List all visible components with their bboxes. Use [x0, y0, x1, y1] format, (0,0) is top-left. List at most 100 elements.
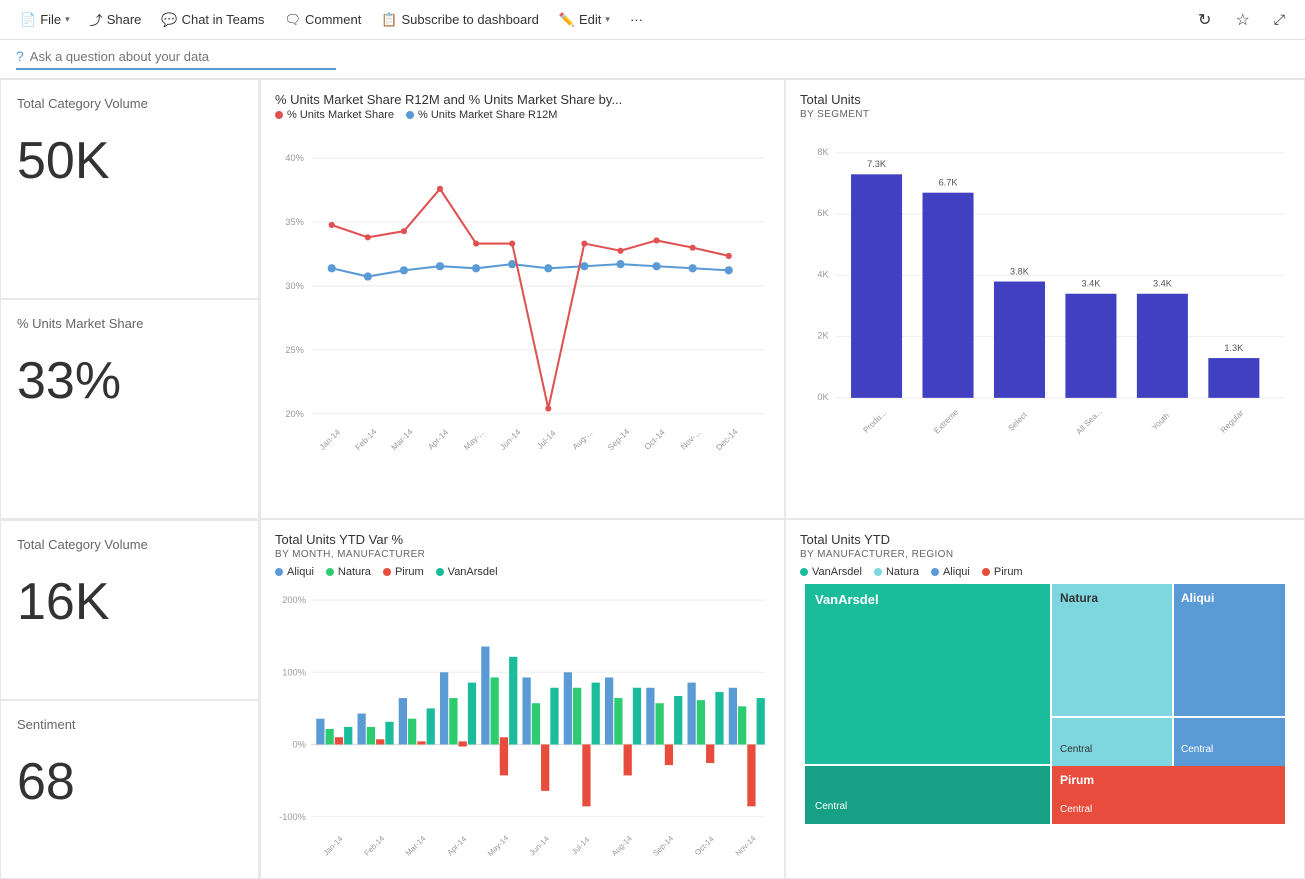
svg-text:VanArsdel: VanArsdel: [815, 592, 879, 607]
svg-text:3.4K: 3.4K: [1153, 279, 1173, 289]
dot-natura-tm: [874, 568, 882, 576]
dot-vanarsdel: [436, 568, 444, 576]
svg-text:6.7K: 6.7K: [939, 178, 959, 188]
svg-text:Jul-14: Jul-14: [535, 428, 558, 451]
chat-button[interactable]: 💬 Chat in Teams: [153, 8, 272, 32]
dot-vanarsdel-tm: [800, 568, 808, 576]
svg-text:Dec-14: Dec-14: [714, 427, 739, 452]
stacked-chart-subtitle: BY MONTH, MANUFACTURER: [275, 549, 770, 560]
svg-text:Jan-14: Jan-14: [322, 834, 346, 858]
edit-icon: ✏️: [559, 12, 575, 28]
share-button[interactable]: ⤴ Share: [82, 6, 150, 33]
refresh-icon: ↻: [1198, 10, 1211, 30]
svg-text:1.3K: 1.3K: [1224, 343, 1244, 353]
dot-aliqui: [275, 568, 283, 576]
stacked-bar-svg: 200% 100% 0% -100%: [275, 584, 770, 874]
subscribe-button[interactable]: 📋 Subscribe to dashboard: [373, 8, 547, 32]
favorite-button[interactable]: ☆: [1227, 6, 1257, 34]
refresh-button[interactable]: ↻: [1190, 6, 1219, 34]
svg-text:Youth: Youth: [1150, 411, 1171, 432]
star-icon: ☆: [1235, 10, 1249, 30]
svg-text:Nov-14: Nov-14: [734, 833, 758, 857]
legend-natura-tm: Natura: [874, 566, 919, 578]
svg-text:4K: 4K: [817, 269, 829, 279]
svg-text:Jan-14: Jan-14: [318, 427, 342, 451]
label-aliqui: Aliqui: [287, 566, 314, 578]
legend-dot-red: [275, 111, 283, 119]
svg-text:May-...: May-...: [462, 428, 486, 452]
svg-text:Regular: Regular: [1219, 408, 1246, 435]
bar-allsea: [1065, 294, 1116, 398]
treemap-aliqui-bottom: [1174, 718, 1285, 766]
kpi-total-category-volume: Total Category Volume 50K: [0, 79, 259, 299]
bar-chart-card: Total Units BY SEGMENT 8K 6K 4K 2K 0K 7.…: [785, 79, 1305, 519]
fullscreen-button[interactable]: ⤢: [1266, 7, 1293, 32]
file-chevron: ▾: [65, 14, 70, 25]
stacked-bar-chart-card: Total Units YTD Var % BY MONTH, MANUFACT…: [260, 519, 785, 879]
bar-select: [994, 282, 1045, 398]
treemap-subtitle: BY MANUFACTURER, REGION: [800, 549, 1290, 560]
svg-text:Mar-14: Mar-14: [404, 834, 428, 858]
svg-text:6K: 6K: [817, 208, 829, 218]
legend-aliqui: Aliqui: [275, 566, 314, 578]
treemap-card: Total Units YTD BY MANUFACTURER, REGION …: [785, 519, 1305, 879]
legend-dot-blue: [406, 111, 414, 119]
kpi2-value: 33%: [17, 351, 242, 411]
svg-text:Select: Select: [1007, 410, 1030, 433]
svg-text:Produ...: Produ...: [862, 408, 889, 435]
svg-text:Aug-14: Aug-14: [610, 833, 634, 857]
svg-text:40%: 40%: [285, 153, 304, 163]
bar-extreme: [923, 193, 974, 398]
svg-text:Apr-14: Apr-14: [426, 428, 450, 452]
file-button[interactable]: 📄 File ▾: [12, 8, 78, 32]
legend-label-red: % Units Market Share: [287, 109, 394, 121]
svg-text:Central: Central: [1181, 744, 1213, 755]
svg-text:Jun-14: Jun-14: [498, 427, 522, 451]
svg-text:Mar-14: Mar-14: [390, 427, 415, 452]
legend-label-blue: % Units Market Share R12M: [418, 109, 557, 121]
svg-text:2K: 2K: [817, 331, 829, 341]
svg-text:3.8K: 3.8K: [1010, 266, 1030, 276]
svg-text:25%: 25%: [285, 345, 304, 355]
line-chart-card: % Units Market Share R12M and % Units Ma…: [260, 79, 785, 519]
svg-text:200%: 200%: [282, 595, 306, 605]
svg-text:20%: 20%: [285, 409, 304, 419]
label-pirum-tm: Pirum: [994, 566, 1023, 578]
svg-text:Apr-14: Apr-14: [445, 834, 468, 857]
line-chart-title: % Units Market Share R12M and % Units Ma…: [275, 92, 770, 107]
dashboard: Total Category Volume 50K % Units Market…: [0, 79, 1305, 793]
svg-text:Feb-14: Feb-14: [362, 834, 386, 858]
kpi4-value: 68: [17, 752, 242, 812]
label-vanarsdel-tm: VanArsdel: [812, 566, 862, 578]
svg-text:-100%: -100%: [279, 812, 306, 822]
svg-text:Jun-14: Jun-14: [528, 834, 552, 858]
bar-regular: [1208, 358, 1259, 398]
legend-vanarsdel: VanArsdel: [436, 566, 498, 578]
more-button[interactable]: ···: [622, 8, 651, 31]
label-natura: Natura: [338, 566, 371, 578]
svg-text:Oct-14: Oct-14: [693, 834, 716, 857]
qa-input-container[interactable]: ?: [16, 48, 336, 70]
line-chart-legend: % Units Market Share % Units Market Shar…: [275, 109, 770, 121]
treemap-vanarsdel-bottom: [805, 766, 1050, 824]
share-icon: ⤴: [90, 10, 103, 29]
label-vanarsdel: VanArsdel: [448, 566, 498, 578]
svg-text:May-14: May-14: [486, 833, 511, 858]
svg-text:Central: Central: [815, 801, 847, 812]
svg-text:Pirum: Pirum: [1060, 773, 1094, 787]
treemap-svg: VanArsdel Natura Aliqui Central Central …: [800, 584, 1290, 824]
svg-text:Jul-14: Jul-14: [570, 835, 592, 857]
comment-button[interactable]: 🗨 Comment: [276, 8, 369, 32]
kpi4-title: Sentiment: [17, 717, 242, 732]
legend-pirum: Pirum: [383, 566, 424, 578]
qa-bar: ?: [0, 40, 1305, 79]
dot-pirum-tm: [982, 568, 990, 576]
edit-button[interactable]: ✏️ Edit ▾: [551, 8, 618, 32]
kpi3-title: Total Category Volume: [17, 537, 242, 552]
svg-text:All Sea...: All Sea...: [1074, 407, 1103, 436]
qa-input[interactable]: [30, 49, 310, 64]
bar-youth: [1137, 294, 1188, 398]
legend-item-red: % Units Market Share: [275, 109, 394, 121]
svg-text:Sep-14: Sep-14: [606, 427, 631, 452]
treemap-natura-bottom: [1052, 718, 1172, 766]
